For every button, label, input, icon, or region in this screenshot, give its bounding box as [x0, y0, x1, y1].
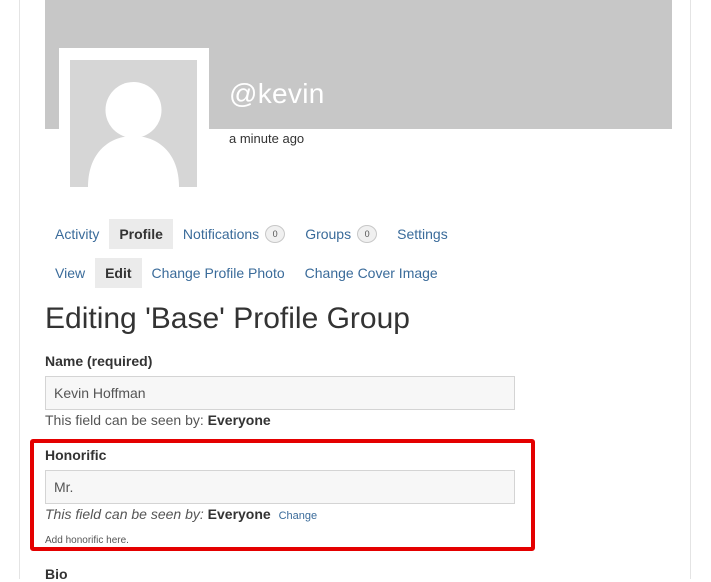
subnav-view[interactable]: View: [45, 258, 95, 288]
nav-groups[interactable]: Groups 0: [295, 219, 387, 249]
nav-activity-label: Activity: [55, 226, 100, 242]
subnav-edit[interactable]: Edit: [95, 258, 142, 288]
nav-notifications[interactable]: Notifications 0: [173, 219, 295, 249]
subnav-edit-label: Edit: [105, 265, 132, 281]
subnav-change-profile-photo[interactable]: Change Profile Photo: [142, 258, 295, 288]
subnav-change-cover-image-label: Change Cover Image: [304, 265, 438, 281]
page-title: Editing 'Base' Profile Group: [45, 302, 410, 335]
secondary-nav: View Edit Change Profile Photo Change Co…: [45, 258, 448, 288]
primary-nav: Activity Profile Notifications 0 Groups …: [45, 218, 458, 250]
last-active-time: a minute ago: [229, 131, 305, 146]
subnav-change-cover-image[interactable]: Change Cover Image: [295, 258, 448, 288]
nav-settings[interactable]: Settings: [387, 219, 458, 249]
nav-notifications-label: Notifications: [182, 226, 260, 242]
nav-settings-label: Settings: [397, 226, 448, 242]
bio-field-label: Bio: [45, 566, 68, 582]
page-border-right: [690, 0, 691, 579]
notifications-count-badge: 0: [265, 225, 286, 243]
nav-activity[interactable]: Activity: [45, 219, 109, 249]
name-visibility-prefix: This field can be seen by:: [45, 412, 204, 428]
name-visibility-note: This field can be seen by: Everyone: [45, 412, 271, 428]
avatar-placeholder-icon: [70, 60, 197, 187]
avatar[interactable]: [59, 48, 209, 198]
page-border-left: [19, 0, 20, 579]
nav-profile-label: Profile: [119, 226, 163, 242]
highlight-box: [30, 439, 535, 551]
nav-profile[interactable]: Profile: [109, 219, 173, 249]
subnav-change-profile-photo-label: Change Profile Photo: [151, 265, 285, 281]
subnav-view-label: View: [55, 265, 86, 281]
groups-count-badge: 0: [357, 225, 378, 243]
profile-username: @kevin: [229, 78, 325, 109]
name-field-label: Name (required): [45, 353, 153, 369]
nav-groups-label: Groups: [305, 226, 352, 242]
name-input[interactable]: [45, 376, 515, 410]
name-visibility-value: Everyone: [207, 412, 271, 428]
